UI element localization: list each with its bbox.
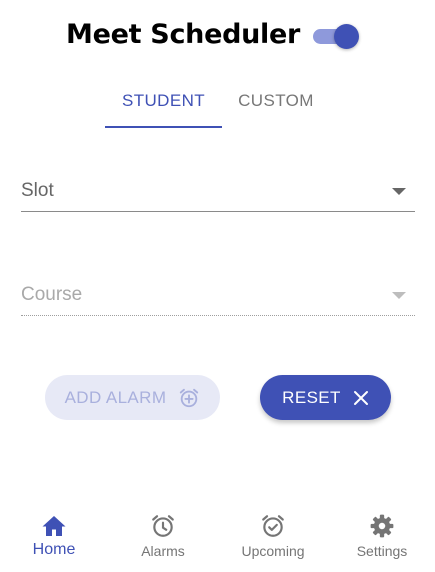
tab-student[interactable]: STUDENT xyxy=(105,76,222,126)
add-alarm-button[interactable]: ADD ALARM xyxy=(45,375,220,420)
nav-alarms[interactable]: Alarms xyxy=(123,505,203,567)
alarm-on-icon xyxy=(260,512,286,540)
reset-label: RESET xyxy=(282,387,341,407)
toggle-thumb xyxy=(334,24,359,49)
arrow-drop-down-icon xyxy=(392,292,406,299)
nav-upcoming-label: Upcoming xyxy=(241,543,305,559)
app-title: Meet Scheduler xyxy=(66,19,301,50)
slot-select[interactable]: Slot xyxy=(21,172,415,212)
app-header: Meet Scheduler xyxy=(0,0,435,72)
home-icon xyxy=(41,512,67,540)
nav-settings[interactable]: Settings xyxy=(342,505,422,567)
nav-home[interactable]: Home xyxy=(14,505,94,567)
nav-settings-label: Settings xyxy=(356,543,408,559)
reset-button[interactable]: RESET xyxy=(260,375,391,420)
tab-indicator xyxy=(105,126,222,128)
nav-upcoming[interactable]: Upcoming xyxy=(228,505,318,567)
nav-home-label: Home xyxy=(32,541,76,558)
add-alarm-label: ADD ALARM xyxy=(64,387,167,407)
mode-tabs: STUDENT CUSTOM xyxy=(105,76,330,129)
course-select[interactable]: Course xyxy=(21,276,415,316)
gear-icon xyxy=(369,512,395,540)
nav-alarms-label: Alarms xyxy=(141,543,185,559)
arrow-drop-down-icon xyxy=(392,188,406,195)
add-alarm-icon xyxy=(178,387,200,409)
course-label: Course xyxy=(21,284,83,305)
bottom-navigation: Home Alarms Upcoming Settings xyxy=(0,505,435,572)
slot-label: Slot xyxy=(21,180,54,201)
close-icon xyxy=(353,390,369,406)
alarm-icon xyxy=(150,512,176,540)
theme-toggle[interactable] xyxy=(313,24,361,49)
tab-custom[interactable]: CUSTOM xyxy=(222,76,330,126)
